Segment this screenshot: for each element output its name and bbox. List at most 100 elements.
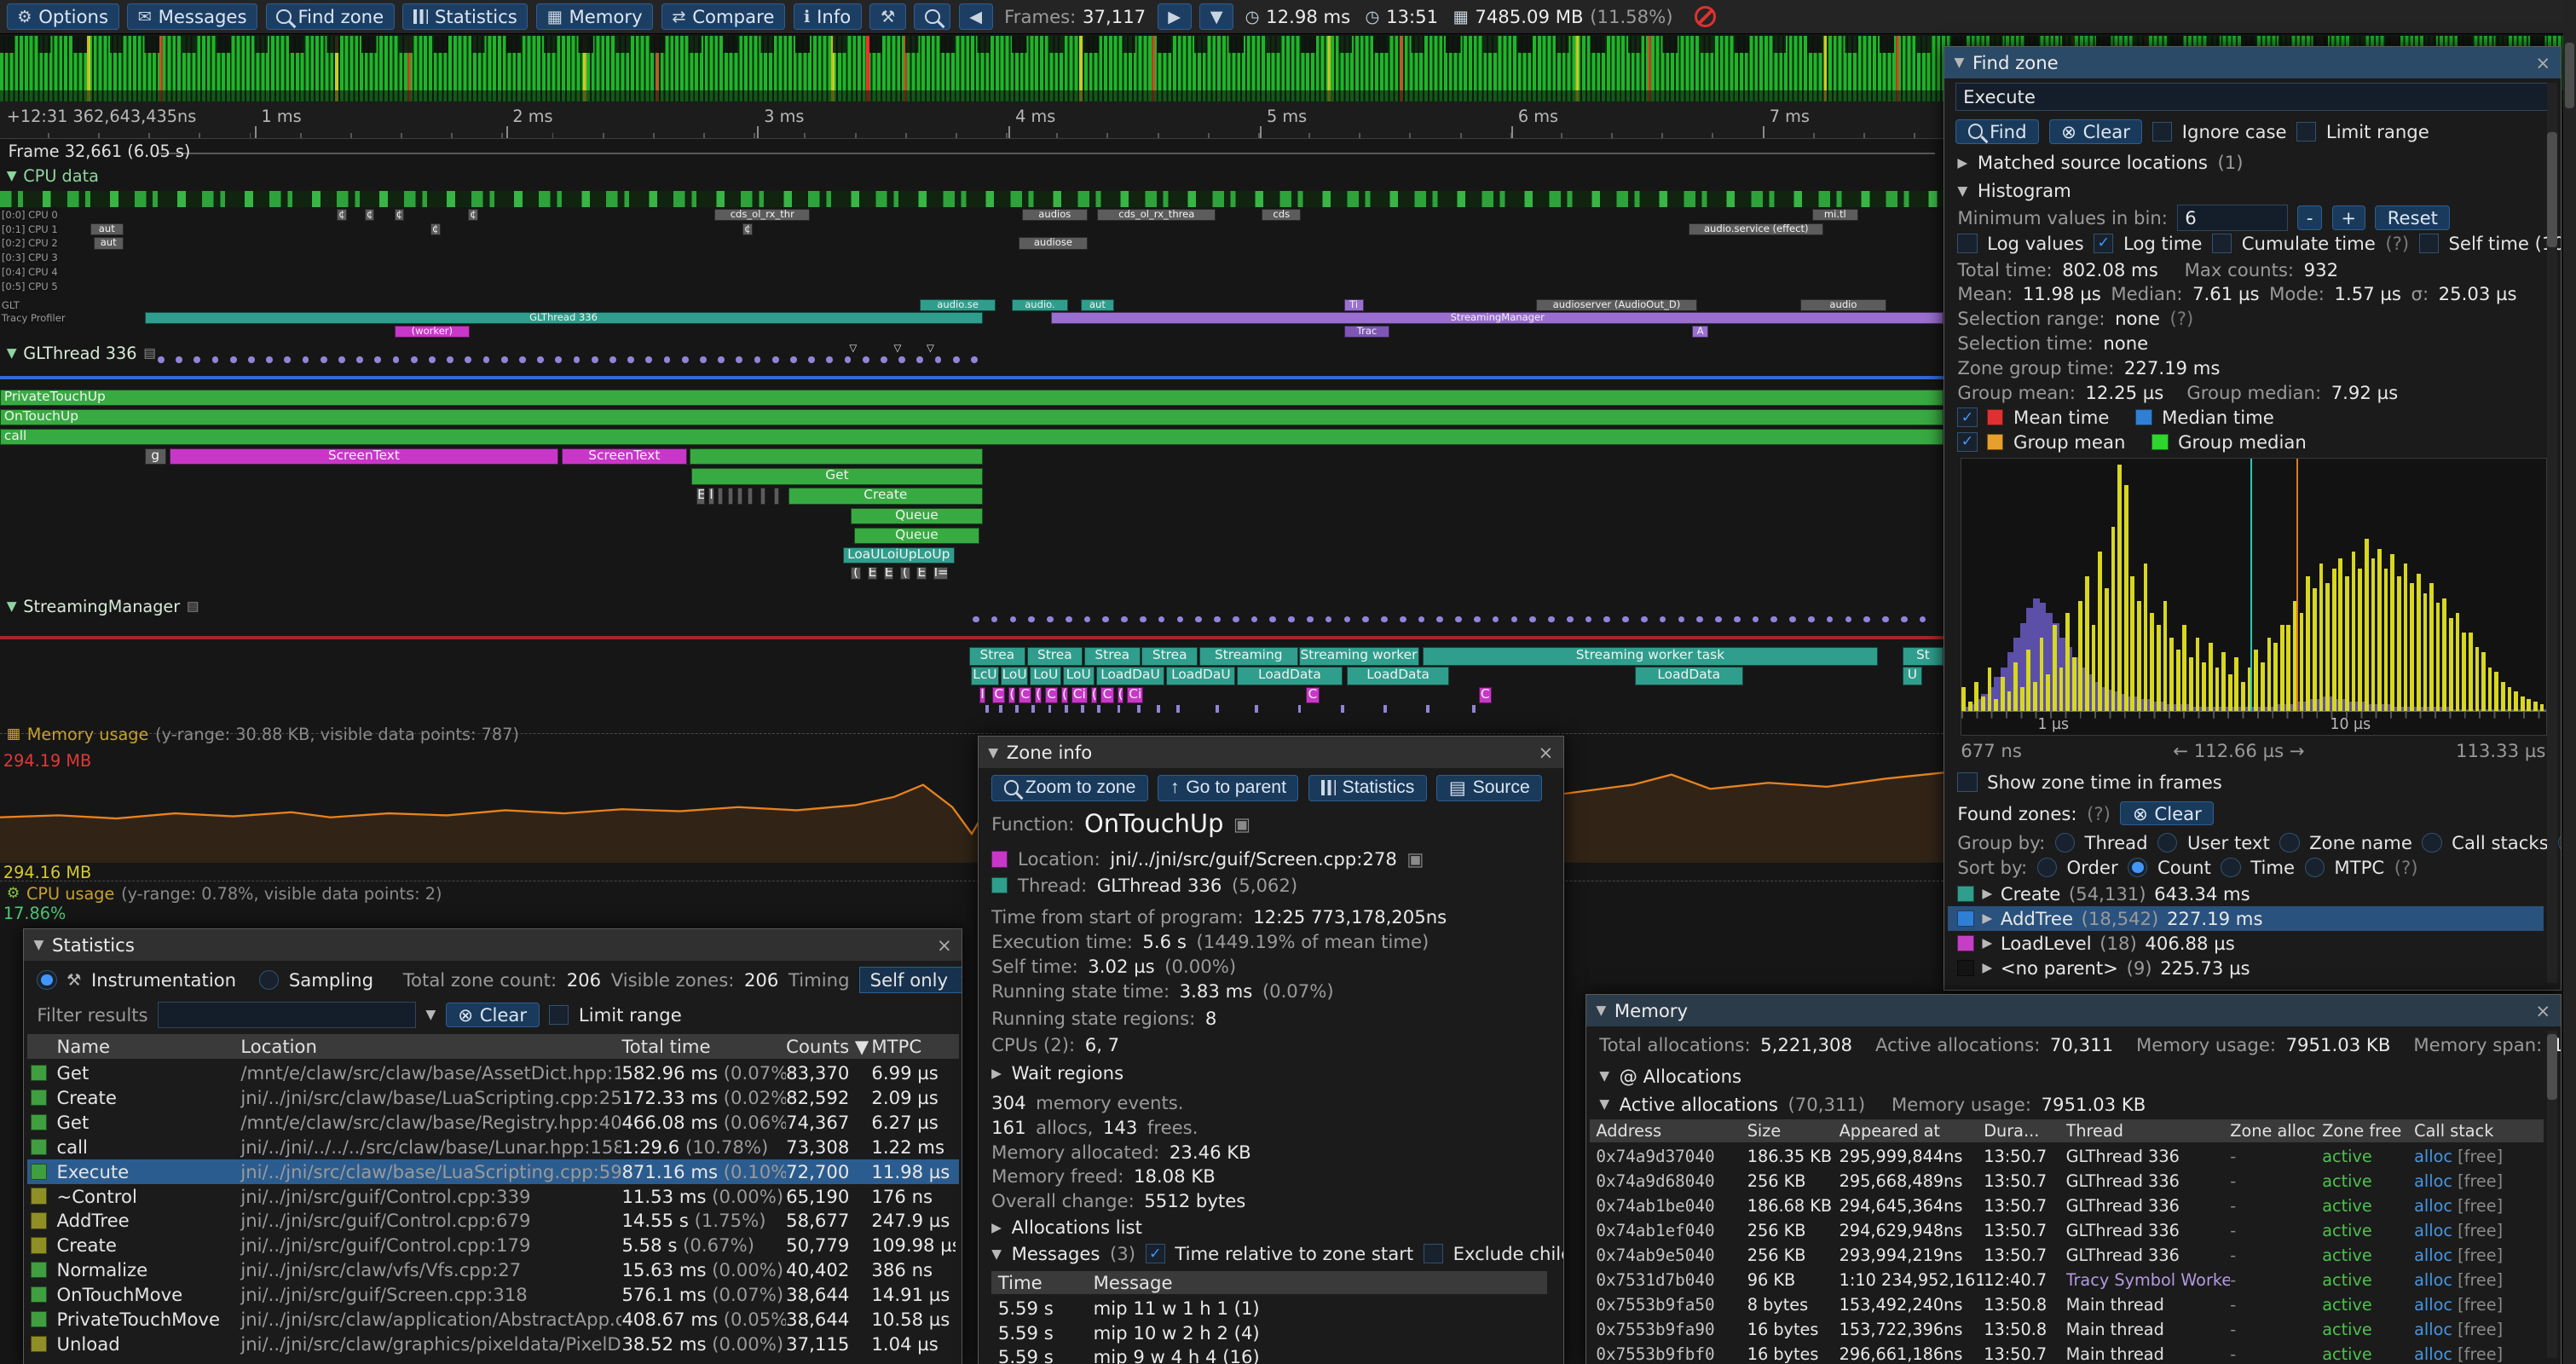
active-allocations-row[interactable]: ▼ Active allocations (70,311) Memory usa…: [1599, 1094, 2146, 1115]
timeline-zone[interactable]: LoU: [1063, 667, 1095, 685]
memory-col-call-stack[interactable]: Call stack: [2414, 1121, 2538, 1141]
timeline-zone[interactable]: Queue: [854, 528, 979, 544]
sample-dot[interactable]: [1251, 616, 1258, 623]
stats-col-counts[interactable]: Counts ▼: [786, 1036, 871, 1057]
alloc-appeared-at[interactable]: 295,668,489ns: [1840, 1171, 1984, 1191]
close-icon[interactable]: ×: [937, 934, 952, 956]
sample-dot[interactable]: [1715, 616, 1722, 623]
sample-dot[interactable]: [1474, 616, 1481, 623]
memory-col-address[interactable]: Address: [1596, 1121, 1747, 1141]
statistics-table-header[interactable]: NameLocationTotal timeCounts ▼MTPC: [27, 1034, 959, 1059]
log-time-label[interactable]: Log time: [2123, 233, 2202, 254]
sample-dot[interactable]: [429, 356, 436, 363]
collapse-icon[interactable]: ▼: [1599, 1096, 1609, 1112]
alloc-appeared-at[interactable]: 294,629,948ns: [1840, 1221, 1984, 1240]
sample-dot[interactable]: [303, 356, 309, 363]
stats-col-location[interactable]: Location: [240, 1036, 621, 1057]
free-link[interactable]: [free]: [2452, 1196, 2503, 1216]
sample-dot[interactable]: [1326, 616, 1332, 623]
sample-dot[interactable]: [1641, 616, 1648, 623]
timeline-zone[interactable]: audio.service (effect): [1689, 223, 1823, 235]
sort-by-count[interactable]: [2128, 858, 2147, 877]
limit-range-label[interactable]: Limit range: [579, 1004, 682, 1026]
collapse-icon[interactable]: ▼: [1599, 1068, 1609, 1084]
sample-dot[interactable]: [790, 356, 797, 363]
sample-dot[interactable]: [393, 356, 400, 363]
alloc-appeared-at[interactable]: 1:10 234,952,161: [1840, 1270, 1984, 1290]
sample-dot[interactable]: [1436, 616, 1443, 623]
find-zone-titlebar[interactable]: ▼ Find zone ×: [1944, 47, 2561, 78]
timeline-zone[interactable]: audioserver (AudioOut_D): [1536, 299, 1697, 311]
timeline-zone[interactable]: l=: [933, 567, 948, 580]
timeline-zone[interactable]: (: [1008, 687, 1015, 703]
go-to-parent-button[interactable]: ↑ Go to parent: [1158, 775, 1298, 801]
sample-dot[interactable]: [1660, 616, 1666, 623]
found-zone-group[interactable]: ▶Create(54,131)643.34 ms: [1948, 881, 2544, 906]
show-zone-time-label[interactable]: Show zone time in frames: [1987, 772, 2222, 793]
sample-dot[interactable]: [356, 356, 363, 363]
timeline-zone[interactable]: LoadData: [1635, 667, 1743, 685]
sample-dot[interactable]: [1845, 616, 1852, 623]
sample-dot[interactable]: [1567, 616, 1574, 623]
timeline-zone[interactable]: [760, 488, 765, 504]
timeline-zone[interactable]: ScreenText: [170, 448, 559, 465]
help-icon[interactable]: (?): [2394, 857, 2418, 878]
table-row[interactable]: Unloadjni/../jni/src/claw/graphics/pixel…: [27, 1332, 959, 1356]
scrollbar-thumb[interactable]: [2565, 43, 2575, 108]
timeline-zone[interactable]: ScreenText: [562, 448, 686, 465]
allocation-row[interactable]: 0x74ab9e5040256 KB293,994,219ns13:50.7GL…: [1590, 1243, 2544, 1268]
alloc-thread[interactable]: GLThread 336: [2066, 1221, 2231, 1240]
sample-dot[interactable]: [1047, 616, 1054, 623]
timeline-zone[interactable]: ¢: [337, 209, 347, 221]
free-link[interactable]: [free]: [2452, 1270, 2503, 1290]
sample-dot[interactable]: [736, 356, 742, 363]
timeline-zone[interactable]: ¢: [742, 223, 753, 235]
close-icon[interactable]: ×: [2535, 52, 2550, 73]
sample-dot[interactable]: [1066, 616, 1072, 623]
free-link[interactable]: [free]: [2452, 1147, 2503, 1166]
memory-col-thread[interactable]: Thread: [2066, 1121, 2231, 1141]
group-by-parent[interactable]: [2558, 833, 2561, 852]
sampling-label[interactable]: Sampling: [289, 969, 373, 991]
sample-dot[interactable]: [682, 356, 689, 363]
sample-dot[interactable]: [1511, 616, 1518, 623]
timeline-zone[interactable]: C: [1019, 687, 1031, 703]
alloc-address[interactable]: 0x7531d7b040: [1596, 1270, 1747, 1290]
group-by-user-text[interactable]: [2157, 833, 2177, 852]
instrumentation-radio[interactable]: [37, 970, 56, 990]
allocation-row[interactable]: 0x7553b9fa508 bytes153,492,240ns13:50.8M…: [1590, 1292, 2544, 1317]
alloc-link[interactable]: alloc: [2414, 1344, 2452, 1364]
timeline-zone[interactable]: C: [1306, 687, 1319, 703]
cumulate-label[interactable]: Cumulate time: [2242, 233, 2376, 254]
limit-range-checkbox[interactable]: ✓: [549, 1005, 569, 1025]
alloc-link[interactable]: alloc: [2414, 1246, 2452, 1265]
sample-dot[interactable]: [953, 356, 960, 363]
found-zone-group[interactable]: ▶AddTree(18,542)227.19 ms: [1948, 906, 2544, 931]
sample-dot[interactable]: [1214, 616, 1221, 623]
timeline-zone[interactable]: C: [1045, 687, 1058, 703]
found-zones-clear-button[interactable]: ⊗ Clear: [2120, 801, 2214, 826]
timeline-zone[interactable]: cds_ol_rx_thr: [714, 209, 810, 221]
timeline-zone[interactable]: Strea: [1084, 647, 1141, 665]
alloc-thread[interactable]: Tracy Symbol Worker: [2066, 1270, 2231, 1290]
alloc-thread[interactable]: Main thread: [2066, 1320, 2231, 1339]
sample-dot[interactable]: [501, 356, 508, 363]
table-row[interactable]: Get/mnt/e/claw/src/claw/base/AssetDict.h…: [27, 1061, 959, 1085]
free-link[interactable]: [free]: [2452, 1344, 2503, 1364]
timeline-zone[interactable]: audio.: [1012, 299, 1068, 311]
sample-dot[interactable]: [158, 356, 165, 363]
alloc-thread[interactable]: GLThread 336: [2066, 1147, 2231, 1166]
timeline-zone[interactable]: E: [916, 567, 927, 580]
min-bin-minus-button[interactable]: -: [2297, 205, 2322, 230]
table-row[interactable]: Normalizejni/../jni/src/claw/vfs/Vfs.cpp…: [27, 1257, 959, 1282]
alloc-thread[interactable]: Main thread: [2066, 1344, 2231, 1364]
sample-dot[interactable]: [1381, 616, 1388, 623]
ignore-case-checkbox[interactable]: ✓: [2152, 122, 2172, 142]
timeline-zone[interactable]: E: [696, 488, 705, 504]
sample-dot[interactable]: [1882, 616, 1889, 623]
group-mean-checkbox[interactable]: ✓: [1957, 432, 1977, 452]
timeline-zone[interactable]: C: [1479, 687, 1492, 703]
filter-menu-icon[interactable]: ▼: [425, 1007, 436, 1022]
timeline-zone[interactable]: Strea: [969, 647, 1025, 665]
alloc-link[interactable]: alloc: [2414, 1270, 2452, 1290]
